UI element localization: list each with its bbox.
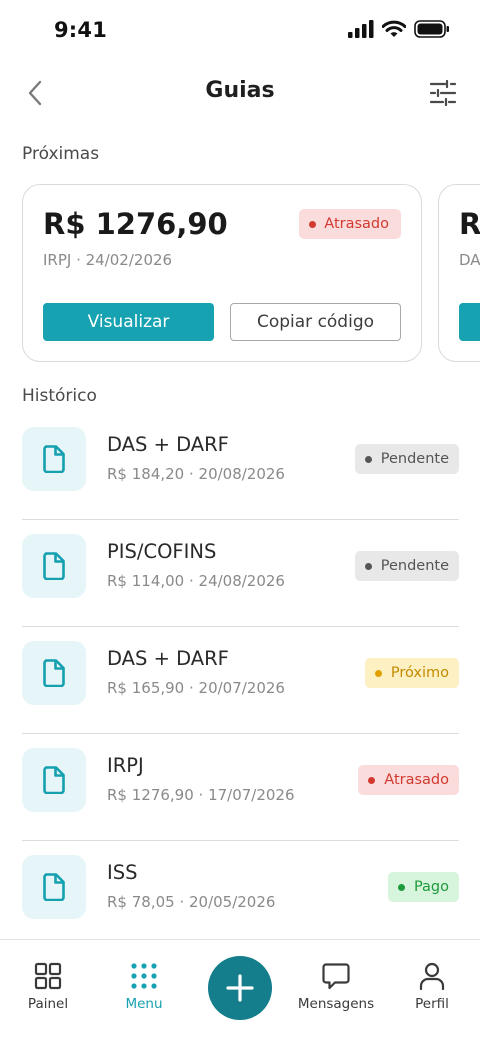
document-tile — [22, 748, 86, 812]
status-badge-label: Pendente — [380, 451, 449, 467]
status-time: 9:41 — [54, 18, 108, 42]
nav-label: Menu — [125, 996, 163, 1012]
item-subtitle: R$ 1276,90 · 17/07/2026 — [107, 786, 295, 804]
nav-label: Perfil — [415, 996, 449, 1012]
document-tile — [22, 641, 86, 705]
status-badge-label: Próximo — [390, 665, 449, 681]
nav-item-menu[interactable]: Menu — [96, 962, 192, 1012]
item-title: IRPJ — [107, 754, 144, 777]
history-list: DAS + DARF R$ 184,20 · 20/08/2026 Penden… — [22, 413, 459, 948]
battery-icon — [414, 20, 449, 38]
status-badge-label: Atrasado — [384, 772, 449, 788]
status-dot-icon — [397, 883, 405, 891]
status-icons — [348, 20, 450, 38]
upcoming-card[interactable]: R$ 1276,90 IRPJ · 24/02/2026 Atrasado Vi… — [22, 184, 422, 362]
upcoming-cards-carousel[interactable]: R$ 1276,90 IRPJ · 24/02/2026 Atrasado Vi… — [22, 184, 480, 364]
item-title: ISS — [107, 861, 138, 884]
status-dot-icon — [368, 776, 376, 784]
view-button[interactable]: Visualizar — [43, 303, 214, 341]
status-dot-icon — [364, 455, 372, 463]
document-tile — [22, 427, 86, 491]
nav-label: Painel — [27, 996, 69, 1012]
upcoming-card-partial[interactable]: R$ DA — [438, 184, 480, 362]
bottom-nav: Painel Menu Mensagens Perfil — [0, 939, 480, 1040]
status-badge-label: Atrasado — [324, 216, 389, 232]
status-dot-icon — [309, 220, 317, 228]
item-subtitle: R$ 184,20 · 20/08/2026 — [107, 465, 285, 483]
view-button-partial[interactable] — [459, 303, 480, 341]
nav-item-mensagens[interactable]: Mensagens — [288, 962, 384, 1012]
grid-icon — [34, 962, 62, 990]
list-item[interactable]: DAS + DARF R$ 184,20 · 20/08/2026 Penden… — [22, 413, 459, 520]
card-amount: R$ 1276,90 — [43, 207, 228, 241]
document-tile — [22, 534, 86, 598]
document-icon — [43, 659, 65, 687]
card-amount: R$ — [459, 207, 480, 241]
add-button[interactable] — [208, 956, 272, 1020]
plus-icon — [226, 974, 254, 1002]
document-icon — [43, 873, 65, 901]
copy-code-button[interactable]: Copiar código — [230, 303, 401, 341]
status-bar: 9:41 — [0, 0, 480, 62]
item-title: DAS + DARF — [107, 433, 229, 456]
nav-label: Mensagens — [297, 996, 375, 1012]
section-upcoming-label: Próximas — [22, 144, 100, 164]
sliders-icon — [429, 80, 457, 106]
list-item[interactable]: DAS + DARF R$ 165,90 · 20/07/2026 Próxim… — [22, 627, 459, 734]
cellular-signal-icon — [348, 20, 374, 38]
item-subtitle: R$ 78,05 · 20/05/2026 — [107, 893, 276, 911]
item-subtitle: R$ 114,00 · 24/08/2026 — [107, 572, 285, 590]
card-subtitle: IRPJ · 24/02/2026 — [43, 251, 173, 269]
wifi-icon — [382, 20, 406, 37]
card-subtitle: DA — [459, 251, 480, 269]
filter-button[interactable] — [426, 76, 460, 110]
item-title: PIS/COFINS — [107, 540, 217, 563]
page-title: Guias — [205, 78, 275, 103]
section-history-label: Histórico — [22, 386, 97, 406]
status-badge: Atrasado — [358, 765, 459, 795]
document-icon — [43, 766, 65, 794]
dots-grid-icon — [131, 963, 157, 989]
list-item[interactable]: IRPJ R$ 1276,90 · 17/07/2026 Atrasado — [22, 734, 459, 841]
status-badge: Pago — [387, 872, 459, 902]
item-title: DAS + DARF — [107, 647, 229, 670]
status-badge: Próximo — [364, 658, 459, 688]
status-dot-icon — [374, 669, 382, 677]
document-tile — [22, 855, 86, 919]
status-badge: Pendente — [354, 551, 459, 581]
list-item[interactable]: PIS/COFINS R$ 114,00 · 24/08/2026 Penden… — [22, 520, 459, 627]
status-badge-label: Pago — [413, 879, 449, 895]
chat-icon — [322, 963, 350, 990]
status-badge: Pendente — [354, 444, 459, 474]
item-subtitle: R$ 165,90 · 20/07/2026 — [107, 679, 285, 697]
status-badge: Atrasado — [299, 209, 401, 239]
nav-item-painel[interactable]: Painel — [0, 962, 96, 1012]
document-icon — [43, 552, 65, 580]
header: Guias — [0, 62, 480, 126]
document-icon — [43, 445, 65, 473]
user-icon — [419, 962, 445, 990]
list-item[interactable]: ISS R$ 78,05 · 20/05/2026 Pago — [22, 841, 459, 948]
status-dot-icon — [364, 562, 372, 570]
nav-item-perfil[interactable]: Perfil — [384, 962, 480, 1012]
status-badge-label: Pendente — [380, 558, 449, 574]
